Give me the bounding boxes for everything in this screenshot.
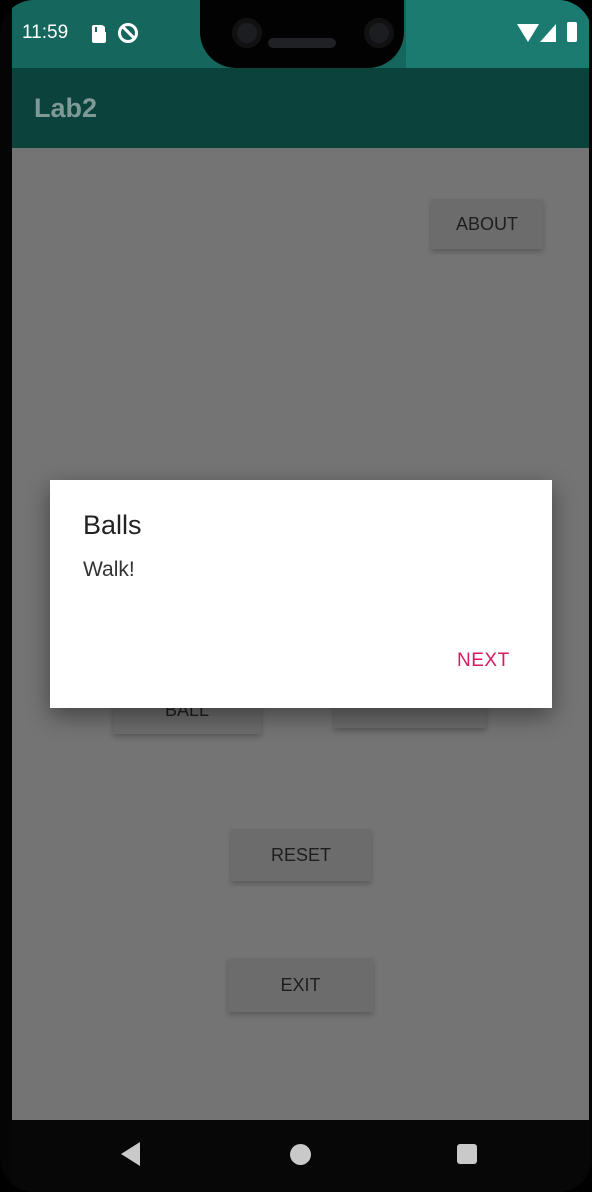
- status-bar-highlight: [406, 0, 590, 74]
- navigation-bar: [12, 1120, 590, 1192]
- exit-button[interactable]: EXIT: [228, 958, 373, 1012]
- app-title: Lab2: [34, 93, 98, 123]
- camera-notch: [200, 0, 404, 68]
- wifi-icon: [517, 24, 539, 42]
- back-icon[interactable]: [121, 1142, 140, 1166]
- dimmed-main-content: ABOUT BALL RESET EXIT Balls Walk! NEXT: [12, 148, 590, 1120]
- recent-apps-icon[interactable]: [457, 1144, 477, 1164]
- home-icon[interactable]: [290, 1144, 311, 1165]
- about-button[interactable]: ABOUT: [431, 199, 543, 249]
- screen: 11:59 Lab2 ABOUT BALL RESET EXIT Balls W…: [12, 0, 590, 1192]
- app-toolbar: Lab2: [12, 68, 590, 148]
- dialog-message: Walk!: [83, 558, 135, 581]
- battery-icon: [567, 22, 577, 42]
- front-camera-icon: [232, 18, 262, 48]
- next-button[interactable]: NEXT: [457, 650, 510, 672]
- reset-button[interactable]: RESET: [231, 829, 371, 881]
- status-time: 11:59: [22, 22, 69, 43]
- alert-dialog: Balls Walk! NEXT: [50, 480, 552, 708]
- earpiece-speaker: [268, 38, 336, 48]
- phone-frame: 11:59 Lab2 ABOUT BALL RESET EXIT Balls W…: [0, 0, 592, 1192]
- no-disturb-icon: [118, 23, 138, 43]
- phone-bezel-left: [0, 0, 12, 1192]
- sd-card-icon: [92, 25, 107, 43]
- signal-icon: [540, 24, 556, 42]
- front-sensor-icon: [364, 18, 394, 48]
- dialog-title: Balls: [83, 510, 142, 540]
